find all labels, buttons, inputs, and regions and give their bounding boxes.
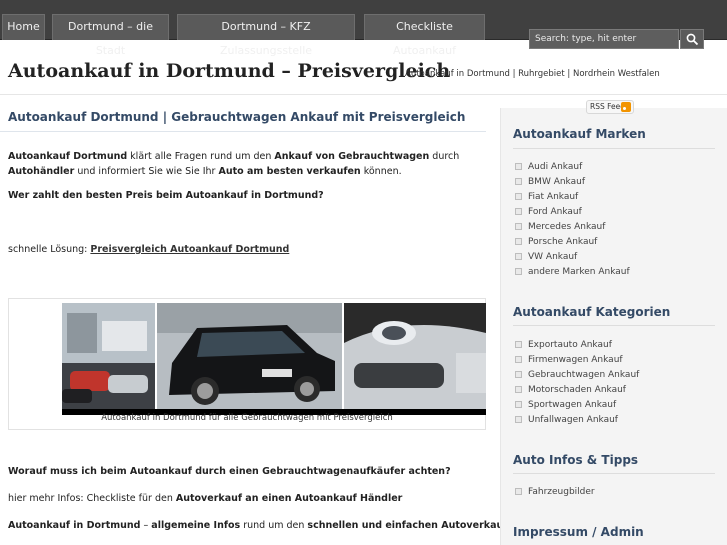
widget-divider	[513, 473, 715, 474]
bullet-icon	[515, 208, 522, 215]
bullet-icon	[515, 401, 522, 408]
car-photo-silver-porsche	[344, 303, 486, 409]
bullet-icon	[515, 193, 522, 200]
nav-dortmund-stadt[interactable]: Dortmund – die Stadt	[52, 14, 169, 57]
sidebar-link-fiat[interactable]: Fiat Ankauf	[515, 191, 578, 203]
bullet-icon	[515, 238, 522, 245]
widget-title-impressum: Impressum / Admin	[513, 525, 644, 539]
bullet-icon	[515, 268, 522, 275]
question-heading: Wer zahlt den besten Preis beim Autoanka…	[8, 190, 324, 201]
bullet-icon	[515, 178, 522, 185]
sidebar-link-motorschaden[interactable]: Motorschaden Ankauf	[515, 384, 626, 396]
intro-paragraph: Autoankauf Dortmund klärt alle Fragen ru…	[8, 151, 460, 177]
rss-feed-button[interactable]: RSS Feed	[586, 100, 634, 114]
widget-title-kategorien: Autoankauf Kategorien	[513, 305, 671, 319]
bullet-icon	[515, 253, 522, 260]
sidebar-link-fahrzeugbilder[interactable]: Fahrzeugbilder	[515, 486, 595, 498]
sidebar-link-vw[interactable]: VW Ankauf	[515, 251, 577, 263]
post-title[interactable]: Autoankauf Dortmund | Gebrauchtwagen Ank…	[8, 110, 465, 124]
sidebar-link-unfallwagen[interactable]: Unfallwagen Ankauf	[515, 414, 618, 426]
widget-divider	[513, 148, 715, 149]
bullet-icon	[515, 386, 522, 393]
sidebar-link-ford[interactable]: Ford Ankauf	[515, 206, 582, 218]
image-caption: Autoankauf in Dortmund für alle Gebrauch…	[101, 413, 393, 423]
sidebar	[500, 108, 727, 545]
quick-solution-line: schnelle Lösung: Preisvergleich Autoanka…	[8, 244, 290, 255]
sidebar-link-bmw[interactable]: BMW Ankauf	[515, 176, 585, 188]
sidebar-link-gebrauchtwagen[interactable]: Gebrauchtwagen Ankauf	[515, 369, 639, 381]
site-description: Autoankauf in Dortmund | Ruhrgebiet | No…	[405, 69, 660, 79]
more-info-line: hier mehr Infos: Checkliste für den Auto…	[8, 493, 403, 504]
nav-checkliste-autoankauf[interactable]: Checkliste Autoankauf	[364, 14, 485, 57]
search-button[interactable]	[680, 29, 704, 49]
bullet-icon	[515, 356, 522, 363]
preisvergleich-link[interactable]: Preisvergleich Autoankauf Dortmund	[90, 244, 289, 255]
car-photo-black-audi	[157, 303, 342, 409]
search-input[interactable]	[529, 29, 679, 49]
site-title[interactable]: Autoankauf in Dortmund – Preisvergleich	[8, 60, 450, 82]
bullet-icon	[515, 163, 522, 170]
widget-divider	[513, 325, 715, 326]
sidebar-link-exportauto[interactable]: Exportauto Ankauf	[515, 339, 612, 351]
rss-icon	[621, 102, 631, 112]
bullet-icon	[515, 341, 522, 348]
sidebar-link-firmenwagen[interactable]: Firmenwagen Ankauf	[515, 354, 623, 366]
widget-title-marken: Autoankauf Marken	[513, 127, 646, 141]
sidebar-link-porsche[interactable]: Porsche Ankauf	[515, 236, 597, 248]
general-info-line: Autoankauf in Dortmund – allgemeine Info…	[8, 520, 508, 531]
sidebar-link-audi[interactable]: Audi Ankauf	[515, 161, 582, 173]
sidebar-link-mercedes[interactable]: Mercedes Ankauf	[515, 221, 605, 233]
bullet-icon	[515, 371, 522, 378]
car-image-block: Autoankauf in Dortmund für alle Gebrauch…	[8, 298, 486, 430]
widget-title-infos-tipps: Auto Infos & Tipps	[513, 453, 639, 467]
checklist-question: Worauf muss ich beim Autoankauf durch ei…	[8, 466, 451, 477]
nav-kfz-zulassungsstelle[interactable]: Dortmund – KFZ Zulassungsstelle	[177, 14, 355, 57]
car-photo-dealer-lot	[62, 303, 155, 409]
bullet-icon	[515, 416, 522, 423]
sidebar-link-sportwagen[interactable]: Sportwagen Ankauf	[515, 399, 616, 411]
bullet-icon	[515, 488, 522, 495]
sidebar-link-andere-marken[interactable]: andere Marken Ankauf	[515, 266, 630, 278]
bullet-icon	[515, 223, 522, 230]
header-divider	[0, 94, 727, 95]
nav-home[interactable]: Home	[2, 14, 45, 40]
post-title-divider	[0, 131, 486, 132]
search-icon	[686, 33, 699, 46]
